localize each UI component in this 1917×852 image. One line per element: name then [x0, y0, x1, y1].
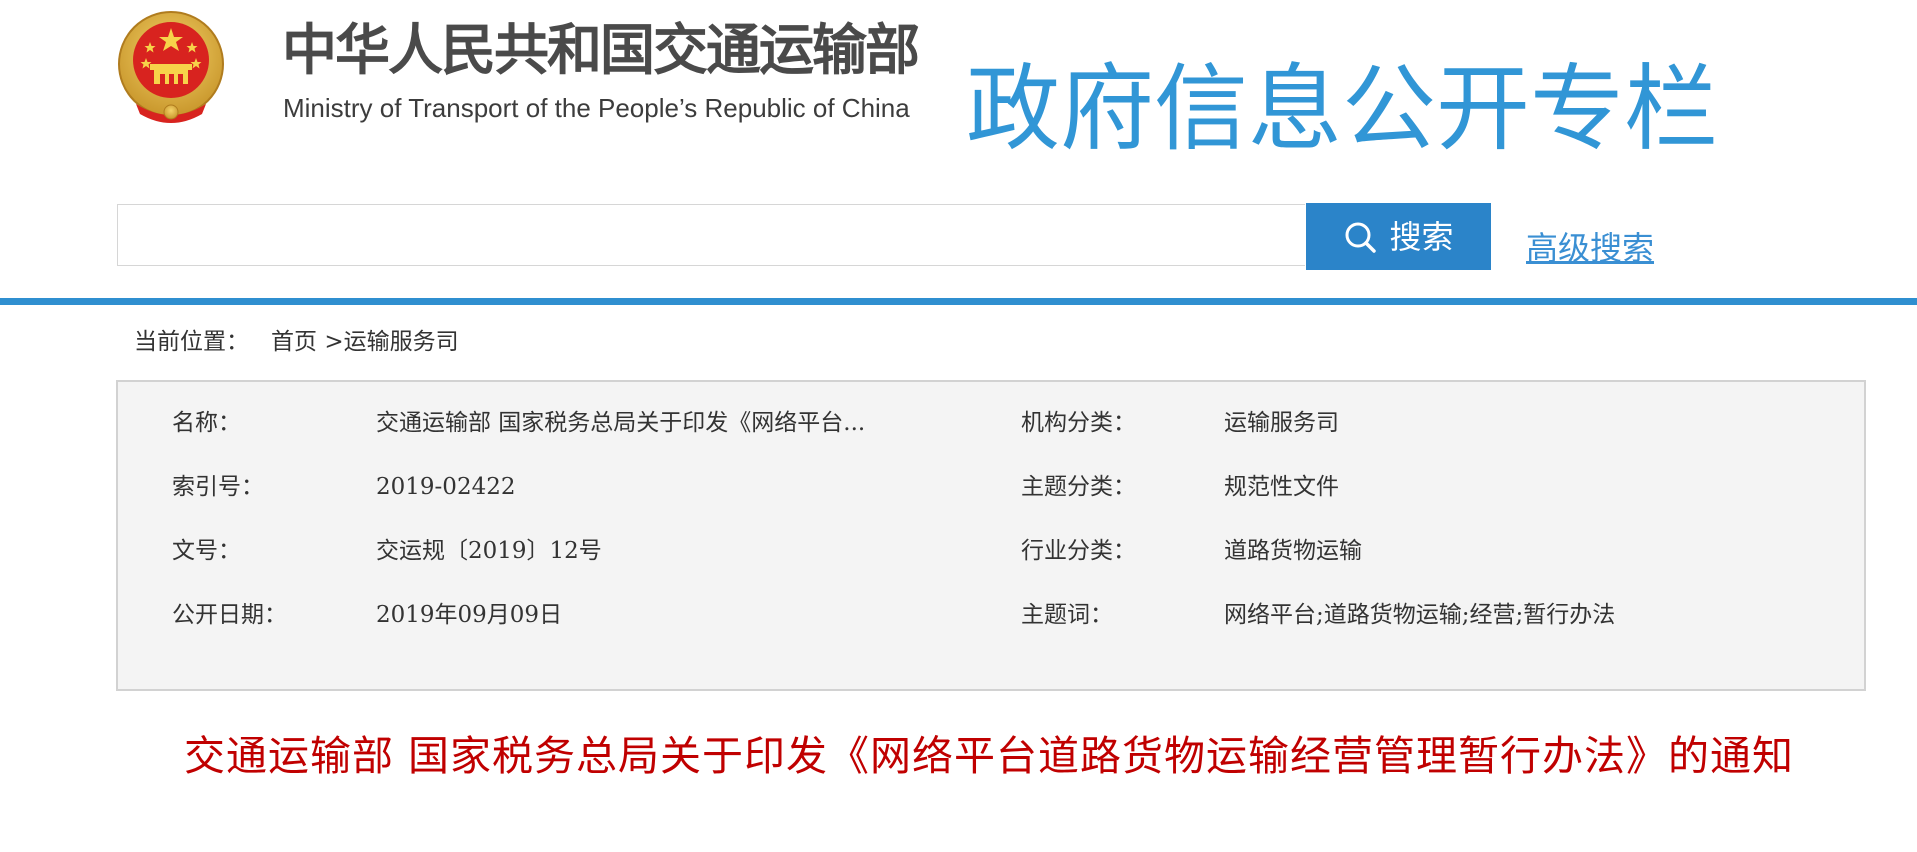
header-divider	[0, 298, 1917, 305]
column-title: 政府信息公开专栏	[966, 55, 1719, 164]
advanced-search-link[interactable]: 高级搜索	[1526, 228, 1654, 268]
meta-label-topic: 主题分类：	[1021, 474, 1136, 500]
breadcrumb-separator: >	[324, 329, 344, 355]
meta-label-industry: 行业分类：	[1021, 538, 1136, 564]
breadcrumb-label: 当前位置：	[134, 329, 249, 355]
meta-value-index: 2019-02422	[376, 474, 516, 500]
meta-value-keywords: 网络平台;道路货物运输;经营;暂行办法	[1224, 602, 1616, 628]
meta-value-doc-number: 交运规〔2019〕12号	[376, 538, 602, 564]
breadcrumb-current-link[interactable]: 运输服务司	[344, 329, 459, 355]
national-emblem-icon	[118, 11, 224, 123]
meta-label-publish-date: 公开日期：	[172, 602, 287, 628]
ministry-name-en: Ministry of Transport of the People’s Re…	[283, 93, 910, 123]
meta-label-name: 名称：	[172, 410, 241, 436]
document-title: 交通运输部 国家税务总局关于印发《网络平台道路货物运输经营管理暂行办法》的通知	[183, 732, 1795, 780]
document-metadata-panel: 名称： 交通运输部 国家税务总局关于印发《网络平台... 机构分类： 运输服务司…	[116, 380, 1866, 691]
meta-value-publish-date: 2019年09月09日	[376, 602, 563, 628]
meta-label-doc-number: 文号：	[172, 538, 241, 564]
breadcrumb: 当前位置： 首页 >运输服务司	[134, 326, 459, 358]
meta-value-industry: 道路货物运输	[1224, 538, 1362, 564]
meta-label-agency: 机构分类：	[1021, 410, 1136, 436]
search-button-label: 搜索	[1389, 217, 1454, 256]
meta-label-index: 索引号：	[172, 474, 264, 500]
meta-value-topic: 规范性文件	[1224, 474, 1339, 500]
breadcrumb-home-link[interactable]: 首页	[271, 329, 317, 355]
meta-value-name: 交通运输部 国家税务总局关于印发《网络平台...	[376, 410, 866, 436]
ministry-name-cn: 中华人民共和国交通运输部	[282, 18, 920, 82]
search-input[interactable]	[117, 204, 1305, 266]
search-button[interactable]: 搜索	[1306, 203, 1491, 270]
meta-label-keywords: 主题词：	[1021, 602, 1113, 628]
meta-value-agency: 运输服务司	[1224, 410, 1339, 436]
search-icon	[1345, 222, 1377, 253]
